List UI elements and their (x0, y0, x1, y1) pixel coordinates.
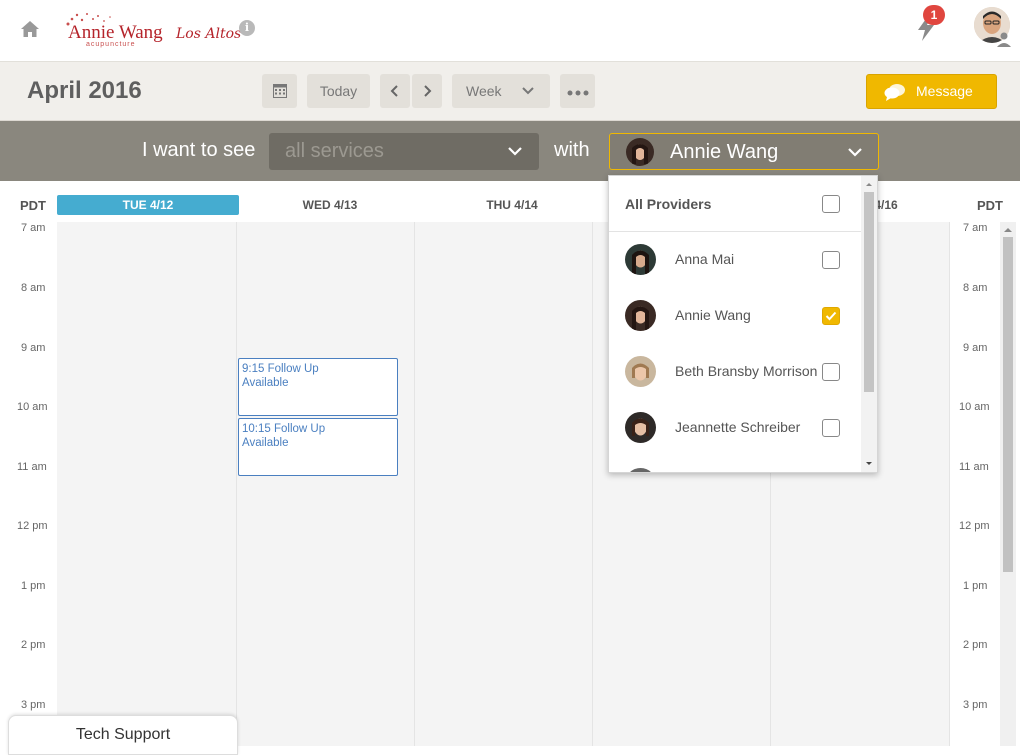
time-label: 1 pm (963, 580, 988, 592)
services-placeholder: all services (285, 140, 384, 162)
scroll-up-icon[interactable] (1000, 225, 1016, 235)
scroll-down-icon[interactable] (861, 459, 877, 469)
logo-subtitle: acupuncture (86, 41, 136, 48)
chevron-left-icon (390, 85, 398, 97)
time-label: 1 pm (21, 580, 46, 592)
message-button[interactable]: Message (866, 74, 997, 109)
day-header-today[interactable]: TUE 4/12 (57, 195, 239, 215)
with-label: with (554, 139, 590, 161)
view-select[interactable]: Week (452, 74, 550, 108)
info-icon[interactable]: i (239, 20, 255, 36)
calendar-scrollbar[interactable] (1000, 222, 1016, 746)
slot-title: 9:15 Follow Up (242, 363, 319, 375)
ellipsis-icon (567, 90, 588, 96)
day-column[interactable] (237, 222, 415, 746)
month-title: April 2016 (27, 77, 142, 104)
provider-dropdown: All Providers Anna Mai Annie Wang Beth B… (608, 175, 878, 473)
dropdown-scrollbar[interactable] (861, 176, 877, 472)
filter-bar: I want to see all services with Annie Wa… (0, 121, 1020, 181)
today-button[interactable]: Today (307, 74, 370, 108)
provider-checkbox[interactable] (822, 419, 840, 437)
previous-button[interactable] (380, 74, 410, 108)
provider-option-name: Annie Wang (675, 307, 751, 323)
time-label: 7 am (963, 222, 988, 234)
calendar-scroll-thumb[interactable] (1003, 237, 1013, 572)
dropdown-scroll-thumb[interactable] (864, 192, 874, 392)
home-icon[interactable] (20, 20, 40, 38)
services-select[interactable]: all services (269, 133, 539, 170)
logo-script: Los Altos (176, 26, 242, 42)
time-label: 12 pm (959, 520, 990, 532)
next-button[interactable] (412, 74, 442, 108)
provider-select[interactable]: Annie Wang (609, 133, 879, 170)
chevron-down-icon (848, 148, 862, 157)
time-label: 11 am (17, 461, 47, 473)
more-options-button[interactable] (560, 74, 595, 108)
scroll-up-icon[interactable] (861, 179, 877, 189)
view-select-label: Week (466, 83, 502, 99)
checkmark-icon (825, 311, 837, 321)
provider-checkbox-checked[interactable] (822, 307, 840, 325)
time-label: 2 pm (21, 639, 46, 651)
tech-support-button[interactable]: Tech Support (8, 715, 238, 755)
time-label: 8 am (963, 282, 988, 294)
provider-option-name: Jeannette Schreiber (675, 419, 801, 435)
all-providers-label: All Providers (625, 196, 712, 212)
time-label: 9 am (963, 342, 988, 354)
notification-badge[interactable]: 1 (923, 5, 945, 25)
provider-avatar (625, 468, 656, 472)
provider-avatar (625, 356, 656, 387)
chevron-down-icon (522, 87, 534, 95)
provider-avatar (625, 244, 656, 275)
time-label: 9 am (21, 342, 46, 354)
clinic-logo[interactable]: Annie Wang Los Altos acupuncture (60, 10, 241, 50)
slot-status: Available (242, 437, 289, 449)
chevron-right-icon (424, 85, 432, 97)
provider-option-jeannette-schreiber[interactable]: Jeannette Schreiber (609, 400, 861, 456)
calendar-toolbar: April 2016 Today Week Message (0, 62, 1020, 121)
time-label: 12 pm (17, 520, 48, 532)
day-header[interactable]: THU 4/14 (422, 195, 602, 215)
time-label: 10 am (17, 401, 48, 413)
time-label: 3 pm (21, 699, 46, 711)
provider-checkbox[interactable] (822, 251, 840, 269)
date-picker-button[interactable] (262, 74, 297, 108)
day-header[interactable]: WED 4/13 (238, 195, 422, 215)
provider-avatar (625, 300, 656, 331)
time-label: 2 pm (963, 639, 988, 651)
provider-option-partial[interactable] (609, 456, 861, 472)
provider-option-anna-mai[interactable]: Anna Mai (609, 232, 861, 288)
time-label: 3 pm (963, 699, 988, 711)
provider-option-beth-bransby-morrison[interactable]: Beth Bransby Morrison (609, 344, 861, 400)
chat-bubbles-icon (884, 84, 905, 101)
top-bar: Annie Wang Los Altos acupuncture i 1 (0, 0, 1020, 62)
day-column[interactable] (57, 222, 237, 746)
timezone-left: PDT (20, 198, 46, 213)
provider-avatar (626, 138, 654, 166)
calendar-grid-icon (272, 84, 287, 98)
provider-selected-name: Annie Wang (670, 141, 779, 163)
time-label: 11 am (959, 461, 989, 473)
user-profile-icon[interactable] (996, 31, 1012, 47)
time-label: 7 am (21, 222, 46, 234)
provider-option-name: Anna Mai (675, 251, 735, 267)
want-to-see-label: I want to see (142, 139, 256, 161)
time-label: 10 am (959, 401, 990, 413)
slot-status: Available (242, 377, 289, 389)
day-column[interactable] (415, 222, 593, 746)
all-providers-checkbox[interactable] (822, 195, 840, 213)
appointment-slot[interactable]: 10:15 Follow Up Available (238, 418, 398, 476)
message-button-label: Message (916, 83, 973, 99)
provider-option-annie-wang[interactable]: Annie Wang (609, 288, 861, 344)
time-label: 8 am (21, 282, 46, 294)
slot-title: 10:15 Follow Up (242, 423, 326, 435)
timezone-right: PDT (977, 198, 1003, 213)
provider-checkbox[interactable] (822, 363, 840, 381)
appointment-slot[interactable]: 9:15 Follow Up Available (238, 358, 398, 416)
provider-avatar (625, 412, 656, 443)
provider-option-name: Beth Bransby Morrison (675, 363, 818, 379)
chevron-down-icon (508, 147, 522, 156)
